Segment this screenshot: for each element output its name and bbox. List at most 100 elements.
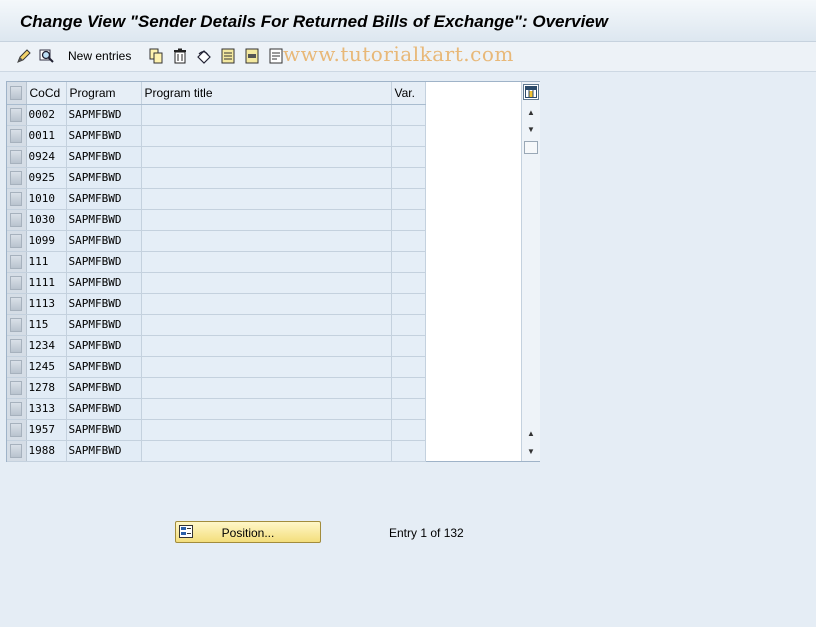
row-select-button[interactable] xyxy=(7,398,27,420)
table-row[interactable]: 0924 SAPMFBWD xyxy=(7,146,426,168)
undo-change-icon[interactable] xyxy=(195,47,213,65)
cell-program-title[interactable] xyxy=(141,209,392,231)
cell-cocd[interactable]: 1111 xyxy=(26,272,67,294)
row-select-button[interactable] xyxy=(7,377,27,399)
table-row[interactable]: 1957 SAPMFBWD xyxy=(7,419,426,441)
scrollbar-thumb[interactable] xyxy=(524,141,538,154)
cell-program[interactable]: SAPMFBWD xyxy=(66,104,142,126)
cell-var[interactable] xyxy=(391,188,426,210)
cell-var[interactable] xyxy=(391,293,426,315)
table-row[interactable]: 115 SAPMFBWD xyxy=(7,314,426,336)
cell-program-title[interactable] xyxy=(141,146,392,168)
cell-program-title[interactable] xyxy=(141,188,392,210)
cell-cocd[interactable]: 0011 xyxy=(26,125,67,147)
row-select-button[interactable] xyxy=(7,356,27,378)
find-icon[interactable] xyxy=(38,47,56,65)
row-select-button[interactable] xyxy=(7,293,27,315)
cell-cocd[interactable]: 1988 xyxy=(26,440,67,462)
row-select-button[interactable] xyxy=(7,188,27,210)
cell-program[interactable]: SAPMFBWD xyxy=(66,251,142,273)
table-row[interactable]: 1313 SAPMFBWD xyxy=(7,398,426,420)
cell-cocd[interactable]: 111 xyxy=(26,251,67,273)
cell-cocd[interactable]: 115 xyxy=(26,314,67,336)
cell-program-title[interactable] xyxy=(141,377,392,399)
cell-var[interactable] xyxy=(391,314,426,336)
column-header-var[interactable]: Var. xyxy=(391,82,426,105)
column-header-program[interactable]: Program xyxy=(66,82,142,105)
table-row[interactable]: 1988 SAPMFBWD xyxy=(7,440,426,462)
cell-var[interactable] xyxy=(391,167,426,189)
copy-as-icon[interactable] xyxy=(147,47,165,65)
table-row[interactable]: 111 SAPMFBWD xyxy=(7,251,426,273)
table-row[interactable]: 0925 SAPMFBWD xyxy=(7,167,426,189)
cell-var[interactable] xyxy=(391,398,426,420)
cell-program-title[interactable] xyxy=(141,251,392,273)
cell-program[interactable]: SAPMFBWD xyxy=(66,125,142,147)
table-row[interactable]: 1234 SAPMFBWD xyxy=(7,335,426,357)
cell-program[interactable]: SAPMFBWD xyxy=(66,272,142,294)
cell-var[interactable] xyxy=(391,209,426,231)
cell-program[interactable]: SAPMFBWD xyxy=(66,314,142,336)
row-select-button[interactable] xyxy=(7,335,27,357)
cell-var[interactable] xyxy=(391,272,426,294)
table-row[interactable]: 1245 SAPMFBWD xyxy=(7,356,426,378)
row-select-button[interactable] xyxy=(7,167,27,189)
cell-cocd[interactable]: 0002 xyxy=(26,104,67,126)
table-row[interactable]: 1010 SAPMFBWD xyxy=(7,188,426,210)
cell-program-title[interactable] xyxy=(141,356,392,378)
row-select-button[interactable] xyxy=(7,272,27,294)
cell-var[interactable] xyxy=(391,356,426,378)
cell-program[interactable]: SAPMFBWD xyxy=(66,419,142,441)
column-header-cocd[interactable]: CoCd xyxy=(26,82,67,105)
table-row[interactable]: 1113 SAPMFBWD xyxy=(7,293,426,315)
select-all-rows-button[interactable] xyxy=(7,82,27,105)
cell-program-title[interactable] xyxy=(141,230,392,252)
table-row[interactable]: 1030 SAPMFBWD xyxy=(7,209,426,231)
table-row[interactable]: 0011 SAPMFBWD xyxy=(7,125,426,147)
cell-program[interactable]: SAPMFBWD xyxy=(66,293,142,315)
row-select-button[interactable] xyxy=(7,314,27,336)
cell-var[interactable] xyxy=(391,251,426,273)
cell-program[interactable]: SAPMFBWD xyxy=(66,209,142,231)
display-change-icon[interactable] xyxy=(15,47,33,65)
cell-cocd[interactable]: 1234 xyxy=(26,335,67,357)
cell-cocd[interactable]: 1030 xyxy=(26,209,67,231)
cell-var[interactable] xyxy=(391,335,426,357)
cell-program[interactable]: SAPMFBWD xyxy=(66,230,142,252)
cell-var[interactable] xyxy=(391,230,426,252)
cell-program[interactable]: SAPMFBWD xyxy=(66,335,142,357)
deselect-all-icon[interactable] xyxy=(267,47,285,65)
cell-var[interactable] xyxy=(391,146,426,168)
row-select-button[interactable] xyxy=(7,146,27,168)
cell-program[interactable]: SAPMFBWD xyxy=(66,167,142,189)
select-block-icon[interactable] xyxy=(243,47,261,65)
row-select-button[interactable] xyxy=(7,209,27,231)
cell-program-title[interactable] xyxy=(141,419,392,441)
row-select-button[interactable] xyxy=(7,125,27,147)
cell-var[interactable] xyxy=(391,104,426,126)
cell-cocd[interactable]: 1010 xyxy=(26,188,67,210)
cell-cocd[interactable]: 1099 xyxy=(26,230,67,252)
row-select-button[interactable] xyxy=(7,419,27,441)
page-up-arrow-icon[interactable]: ▲ xyxy=(525,428,537,440)
select-all-icon[interactable] xyxy=(219,47,237,65)
cell-var[interactable] xyxy=(391,419,426,441)
cell-var[interactable] xyxy=(391,440,426,462)
cell-program[interactable]: SAPMFBWD xyxy=(66,188,142,210)
scroll-up-arrow-icon[interactable]: ▲ xyxy=(525,107,537,119)
cell-program-title[interactable] xyxy=(141,104,392,126)
new-entries-button[interactable]: New entries xyxy=(68,49,131,63)
vertical-scrollbar[interactable]: ▲ ▼ ▲ ▼ xyxy=(521,82,540,461)
table-row[interactable]: 1278 SAPMFBWD xyxy=(7,377,426,399)
cell-cocd[interactable]: 1113 xyxy=(26,293,67,315)
table-row[interactable]: 1099 SAPMFBWD xyxy=(7,230,426,252)
row-select-button[interactable] xyxy=(7,104,27,126)
cell-program-title[interactable] xyxy=(141,398,392,420)
table-row[interactable]: 0002 SAPMFBWD xyxy=(7,104,426,126)
row-select-button[interactable] xyxy=(7,440,27,462)
cell-program[interactable]: SAPMFBWD xyxy=(66,398,142,420)
cell-program-title[interactable] xyxy=(141,167,392,189)
scroll-down-arrow-icon[interactable]: ▼ xyxy=(525,124,537,136)
cell-program-title[interactable] xyxy=(141,314,392,336)
cell-program[interactable]: SAPMFBWD xyxy=(66,377,142,399)
